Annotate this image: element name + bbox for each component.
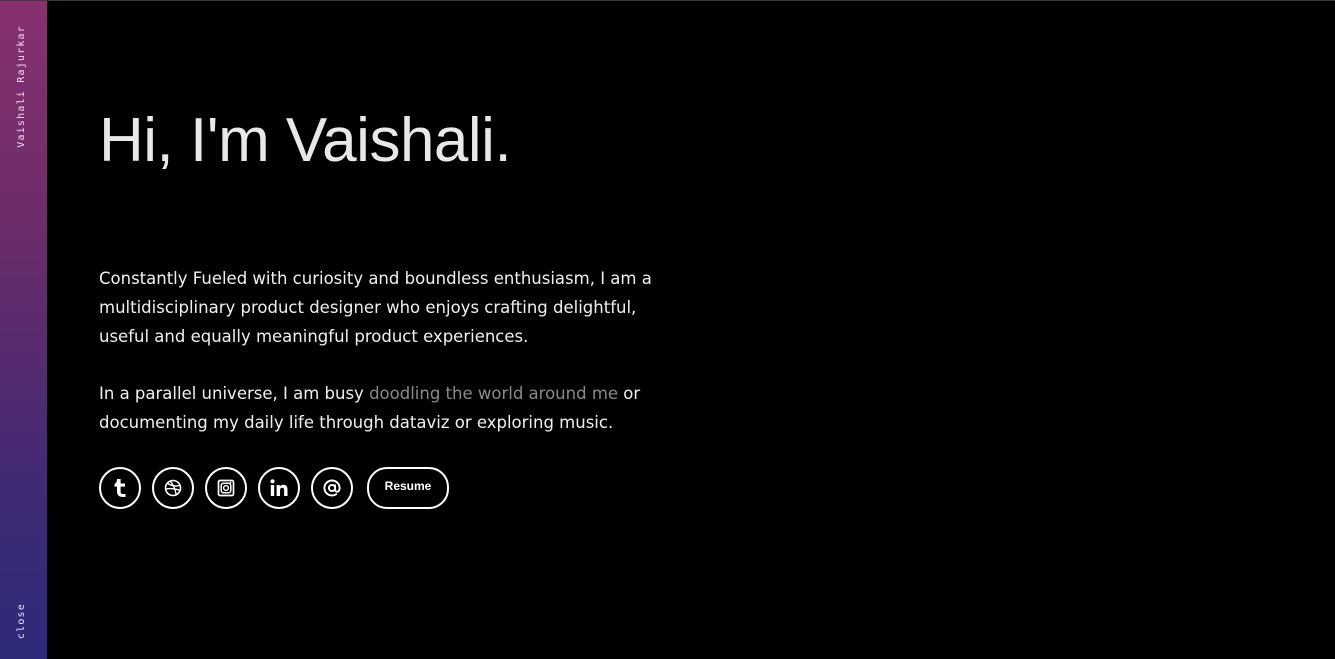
page-title: Hi, I'm Vaishali. xyxy=(99,106,512,175)
sidebar-name[interactable]: Vaishali Rajurkar xyxy=(16,25,27,148)
side-drawer: Vaishali Rajurkar close xyxy=(0,1,47,659)
resume-button[interactable]: Resume xyxy=(367,467,449,509)
portfolio-page: Vaishali Rajurkar close Hi, I'm Vaishali… xyxy=(0,0,1335,659)
doodling-link[interactable]: doodling the world around me xyxy=(369,384,618,403)
instagram-link[interactable] xyxy=(205,467,247,509)
tumblr-link[interactable] xyxy=(99,467,141,509)
linkedin-link[interactable] xyxy=(258,467,300,509)
dribbble-icon xyxy=(164,479,182,497)
email-link[interactable] xyxy=(311,467,353,509)
bio-paragraph-2: In a parallel universe, I am busy doodli… xyxy=(99,379,659,437)
email-at-icon xyxy=(322,478,342,498)
bio-paragraph-2-text-start: In a parallel universe, I am busy xyxy=(99,384,370,403)
linkedin-icon xyxy=(269,478,289,498)
bio-paragraph-1: Constantly Fueled with curiosity and bou… xyxy=(99,269,652,346)
social-links: Resume xyxy=(99,467,449,509)
instagram-icon xyxy=(217,479,235,497)
dribbble-link[interactable] xyxy=(152,467,194,509)
close-button[interactable]: close xyxy=(16,603,27,639)
tumblr-icon xyxy=(112,478,128,498)
